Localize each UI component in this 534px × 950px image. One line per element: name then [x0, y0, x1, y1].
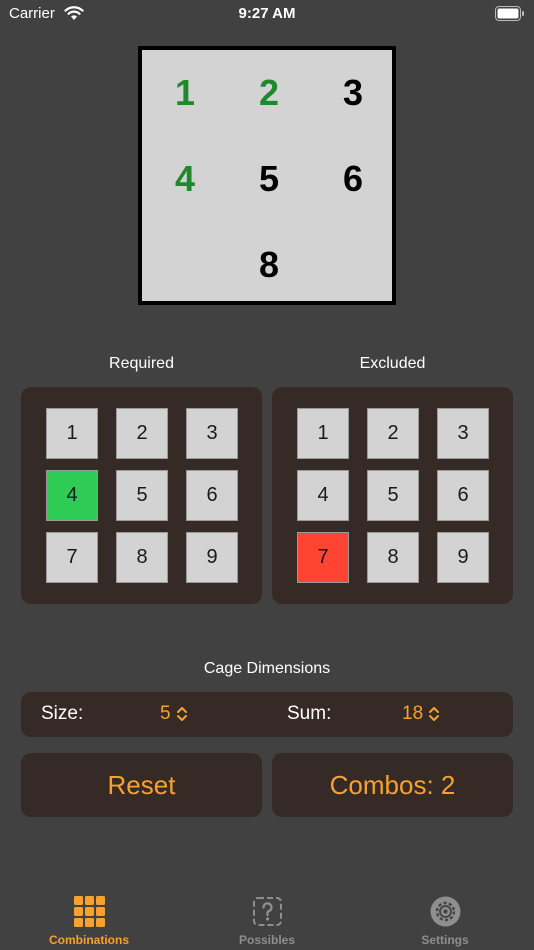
required-key-2[interactable]: 2: [116, 408, 168, 459]
required-title: Required: [109, 355, 174, 372]
required-key-3[interactable]: 3: [186, 408, 238, 459]
required-key-5[interactable]: 5: [116, 470, 168, 521]
grid-icon: [74, 896, 105, 927]
excluded-key-6[interactable]: 6: [437, 470, 489, 521]
preview-cell: 6: [342, 158, 364, 199]
required-key-9[interactable]: 9: [186, 532, 238, 583]
excluded-title: Excluded: [359, 355, 426, 372]
sum-value: 18: [402, 703, 424, 724]
tab-label: Combinations: [49, 933, 129, 947]
reset-button[interactable]: Reset: [21, 753, 262, 817]
preview-cell: 4: [174, 158, 196, 199]
tab-possibles[interactable]: Possibles: [178, 880, 356, 950]
cage-dimensions-bar: Size: 5 Sum: 18: [21, 692, 513, 737]
required-key-4[interactable]: 4: [46, 470, 98, 521]
excluded-key-7[interactable]: 7: [297, 532, 349, 583]
tab-bar: Combinations Possibles Settings: [0, 880, 534, 950]
battery-icon: [495, 6, 524, 21]
preview-cell: 8: [258, 244, 280, 285]
preview-cell: [310, 222, 396, 308]
excluded-pad: 1 2 3 4 5 6 7 8 9: [272, 387, 513, 604]
tab-label: Possibles: [238, 933, 296, 947]
tab-label: Settings: [421, 933, 469, 947]
required-key-7[interactable]: 7: [46, 532, 98, 583]
excluded-key-8[interactable]: 8: [367, 532, 419, 583]
size-picker[interactable]: 5: [160, 703, 188, 725]
preview-cell: 1: [174, 72, 196, 113]
sum-label: Sum:: [287, 703, 332, 724]
question-square-icon: [253, 897, 282, 926]
size-label: Size:: [41, 703, 84, 724]
combos-button[interactable]: Combos: 2: [272, 753, 513, 817]
excluded-key-9[interactable]: 9: [437, 532, 489, 583]
required-key-1[interactable]: 1: [46, 408, 98, 459]
cage-dimensions-title: Cage Dimensions: [203, 660, 331, 677]
required-pad: 1 2 3 4 5 6 7 8 9: [21, 387, 262, 604]
excluded-key-2[interactable]: 2: [367, 408, 419, 459]
preview-cell: 3: [342, 72, 364, 113]
status-bar: Carrier 9:27 AM: [0, 0, 534, 28]
chevron-up-down-icon: [429, 707, 440, 721]
required-key-8[interactable]: 8: [116, 532, 168, 583]
size-value: 5: [160, 703, 171, 724]
preview-cell: 5: [258, 158, 280, 199]
clock: 9:27 AM: [238, 5, 296, 22]
excluded-key-1[interactable]: 1: [297, 408, 349, 459]
excluded-key-5[interactable]: 5: [367, 470, 419, 521]
cage-preview-grid: 1 2 3 4 5 6 8: [138, 46, 396, 305]
gear-icon: [430, 896, 461, 927]
tab-combinations[interactable]: Combinations: [0, 880, 178, 950]
tab-settings[interactable]: Settings: [356, 880, 534, 950]
chevron-up-down-icon: [176, 707, 187, 721]
sum-picker[interactable]: 18: [402, 703, 440, 725]
preview-cell: [142, 222, 228, 308]
excluded-key-3[interactable]: 3: [437, 408, 489, 459]
preview-cell: 2: [258, 72, 280, 113]
required-key-6[interactable]: 6: [186, 470, 238, 521]
excluded-key-4[interactable]: 4: [297, 470, 349, 521]
